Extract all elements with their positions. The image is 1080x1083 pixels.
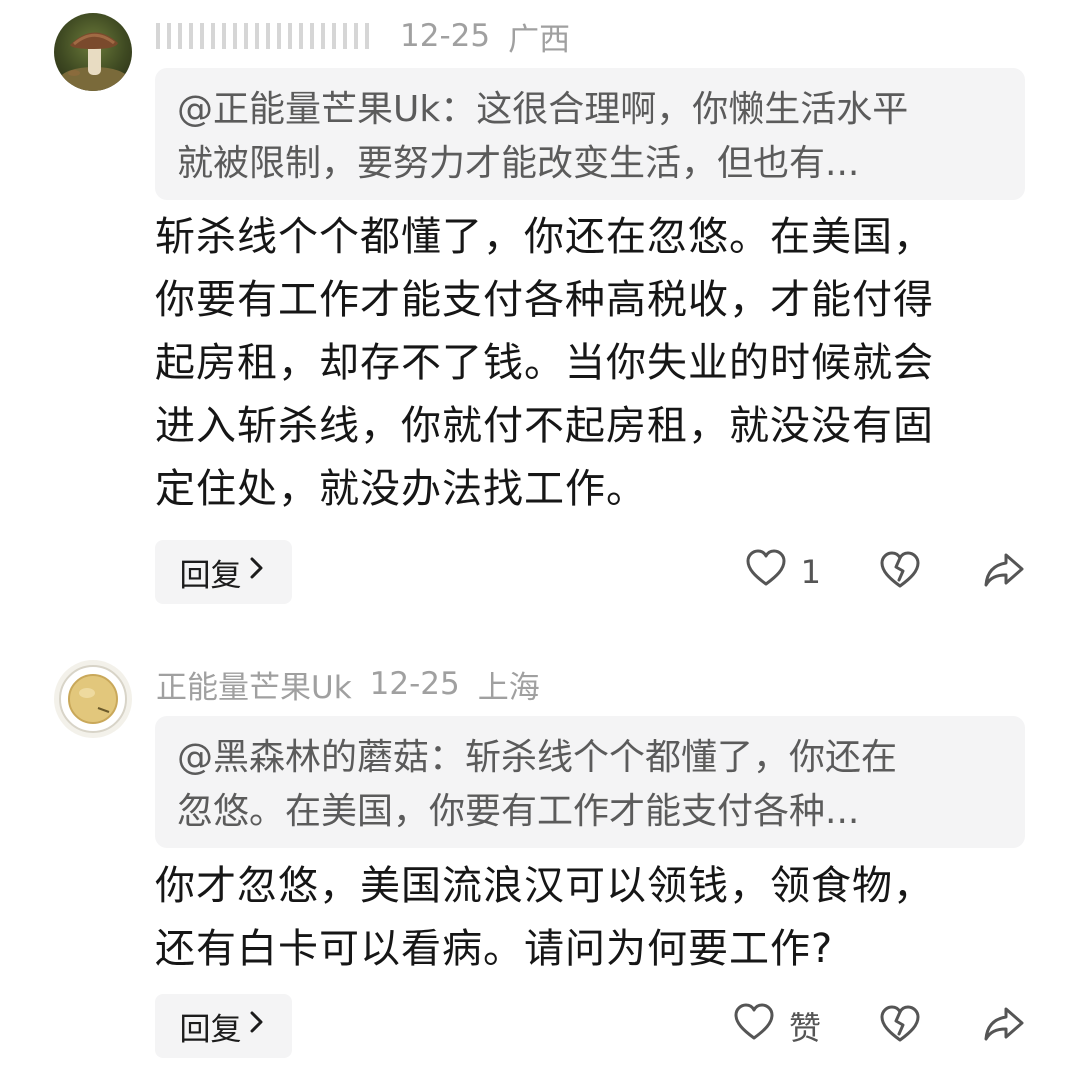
- comment-actions: 赞: [733, 994, 1025, 1058]
- heart-outline-icon: [745, 548, 787, 596]
- quote-line: 就被限制，要努力才能改变生活，但也有...: [177, 143, 860, 184]
- like-count: 1: [800, 553, 821, 591]
- comment-text-line: 你要有工作才能支付各种高税收，才能付得: [155, 277, 934, 323]
- reply-label: 回复: [179, 1011, 242, 1048]
- comment-text-line: 定住处，就没办法找工作。: [155, 466, 647, 512]
- quoted-reply[interactable]: @正能量芒果Uk：这很合理啊，你懒生活水平 就被限制，要努力才能改变生活，但也有…: [155, 68, 1025, 200]
- like-button[interactable]: 赞: [733, 1002, 821, 1050]
- broken-heart-icon: [879, 1004, 921, 1048]
- comment-text-line: 还有白卡可以看病。请问为何要工作?: [155, 926, 834, 972]
- chevron-right-icon: [246, 1008, 268, 1044]
- tea-cup-avatar-icon[interactable]: [54, 660, 132, 738]
- comment-text: 你才忽悠，美国流浪汉可以领钱，领食物， 还有白卡可以看病。请问为何要工作?: [155, 855, 1025, 981]
- author-name[interactable]: 正能量芒果Uk: [156, 662, 352, 707]
- comment-location: 上海: [477, 669, 540, 706]
- dislike-button[interactable]: [879, 1004, 921, 1048]
- comment-item: 12-25 广西 @正能量芒果Uk：这很合理啊，你懒生活水平 就被限制，要努力才…: [0, 0, 1080, 640]
- quote-line: 忽悠。在美国，你要有工作才能支付各种...: [177, 791, 860, 832]
- comment-location: 广西: [508, 21, 571, 58]
- dislike-button[interactable]: [879, 550, 921, 594]
- comment-item: 正能量芒果Uk 12-25 上海 @黑森林的蘑菇：斩杀线个个都懂了，你还在 忽悠…: [0, 650, 1080, 1083]
- broken-heart-icon: [879, 550, 921, 594]
- comment-text-line: 斩杀线个个都懂了，你还在忽悠。在美国，: [155, 214, 934, 260]
- comment-actions: 1: [745, 540, 1025, 604]
- comment-date: 12-25: [369, 666, 460, 702]
- author-name-masked[interactable]: [156, 21, 376, 51]
- reply-button[interactable]: 回复: [155, 994, 292, 1058]
- comment-text-line: 起房租，却存不了钱。当你失业的时候就会: [155, 340, 934, 386]
- quoted-reply[interactable]: @黑森林的蘑菇：斩杀线个个都懂了，你还在 忽悠。在美国，你要有工作才能支付各种.…: [155, 716, 1025, 848]
- comment-meta: 12-25 广西: [156, 14, 570, 58]
- quote-line: @黑森林的蘑菇：斩杀线个个都懂了，你还在: [177, 737, 898, 778]
- quote-line: @正能量芒果Uk：这很合理啊，你懒生活水平: [177, 89, 909, 130]
- like-button[interactable]: 1: [745, 548, 821, 596]
- share-button[interactable]: [983, 550, 1025, 594]
- comment-text: 斩杀线个个都懂了，你还在忽悠。在美国， 你要有工作才能支付各种高税收，才能付得 …: [155, 206, 1025, 521]
- like-label: 赞: [788, 1009, 821, 1047]
- chevron-right-icon: [246, 554, 268, 590]
- heart-outline-icon: [733, 1002, 775, 1050]
- reply-button[interactable]: 回复: [155, 540, 292, 604]
- comment-text-line: 你才忽悠，美国流浪汉可以领钱，领食物，: [155, 863, 934, 909]
- reply-label: 回复: [179, 557, 242, 594]
- comment-date: 12-25: [400, 18, 491, 54]
- share-button[interactable]: [983, 1004, 1025, 1048]
- comment-text-line: 进入斩杀线，你就付不起房租，就没没有固: [155, 403, 934, 449]
- share-arrow-icon: [983, 550, 1025, 594]
- share-arrow-icon: [983, 1004, 1025, 1048]
- mushroom-avatar-icon[interactable]: [54, 13, 132, 91]
- comment-meta: 正能量芒果Uk 12-25 上海: [156, 662, 540, 706]
